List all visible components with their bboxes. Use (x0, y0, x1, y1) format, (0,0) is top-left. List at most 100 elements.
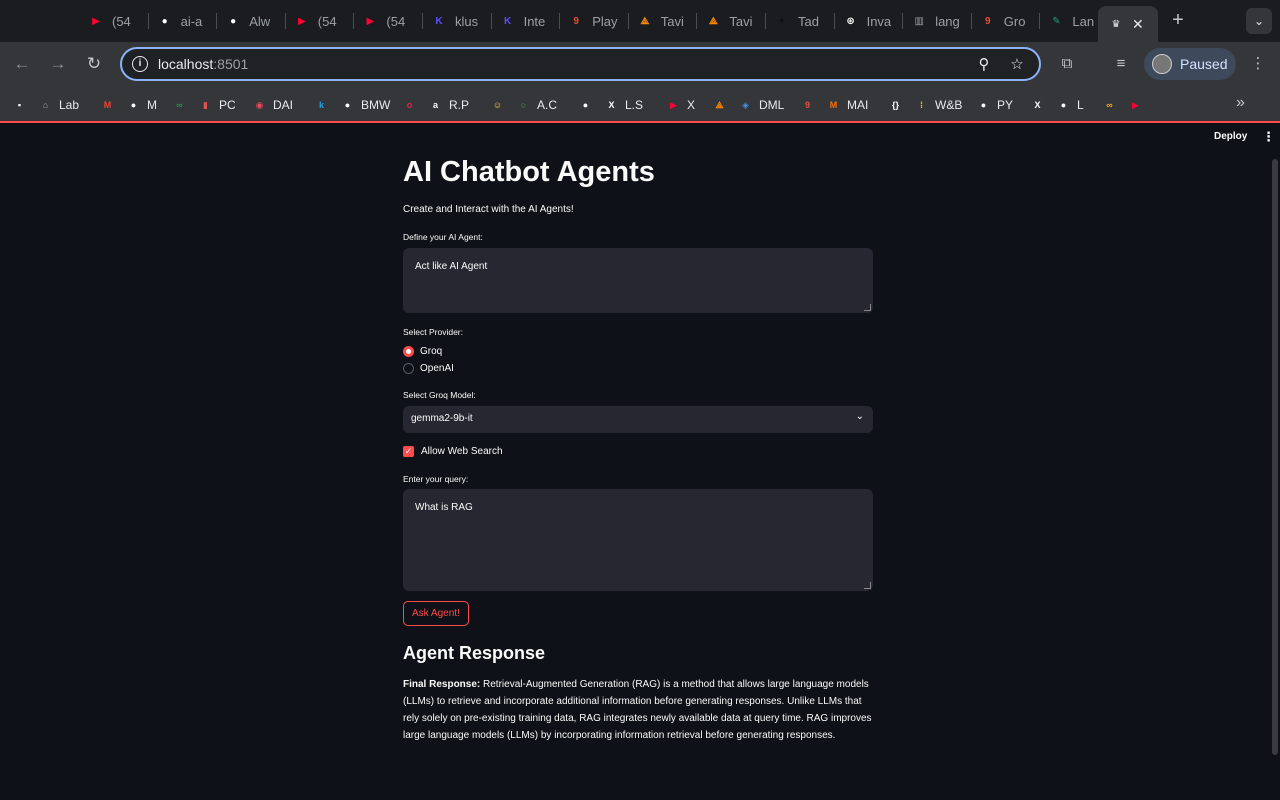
tab-separator (422, 13, 423, 29)
browser-menu-icon[interactable]: ⋮ (1247, 53, 1269, 75)
active-tab[interactable]: ♛ ✕ (1098, 6, 1158, 42)
bookmark-item[interactable]: ⌂ Lab (38, 96, 79, 114)
bookmark-item[interactable]: ▪ (12, 96, 27, 114)
k-icon: k (318, 100, 324, 110)
browser-tab[interactable]: ● ai-a (157, 8, 212, 34)
tab-title: Gro (1003, 13, 1026, 29)
provider-radio-openai[interactable]: OpenAI (403, 363, 454, 374)
bookmark-item[interactable]: ● (578, 96, 593, 114)
browser-tab[interactable]: ⊛ Inva (843, 8, 898, 34)
bookmark-item[interactable]: ▶ (1128, 96, 1143, 114)
bookmark-item[interactable]: 9 (800, 96, 815, 114)
tab-separator (696, 13, 698, 29)
bookmark-item[interactable]: ○ A.C (516, 96, 557, 114)
bookmark-item[interactable]: ☺ (490, 96, 505, 114)
tab-title: Inva (866, 13, 892, 29)
nine-icon: 9 (985, 15, 991, 27)
forward-button[interactable]: → (46, 52, 70, 76)
browser-tab[interactable]: ▶ (54 (88, 8, 143, 34)
streamlit-crown-icon: ♛ (1111, 18, 1121, 30)
bookmark-item[interactable]: X L.S (604, 96, 643, 114)
bookmark-item[interactable]: ● M (126, 96, 157, 114)
web-search-label: Allow Web Search (421, 446, 503, 457)
resize-handle[interactable] (864, 582, 871, 589)
bookmarks-overflow-icon[interactable]: » (1236, 94, 1245, 112)
bookmark-star-icon[interactable]: ☆ (1007, 55, 1027, 75)
resize-handle[interactable] (864, 304, 871, 311)
browser-tab[interactable]: ⟁ Tavi (705, 8, 760, 34)
bookmark-item[interactable]: ● PY (976, 96, 1013, 114)
browser-tab[interactable]: ✦ Tad (774, 8, 829, 34)
bookmark-item[interactable]: ▮ PC (198, 96, 236, 114)
bookmark-item[interactable]: ● BMW (340, 96, 391, 114)
ask-agent-button[interactable]: Ask Agent! (403, 601, 469, 626)
mistral-icon: M (829, 100, 838, 110)
page-scrollbar[interactable] (1272, 159, 1278, 755)
o-icon: o (406, 100, 413, 110)
reload-button[interactable]: ↻ (82, 52, 106, 76)
bookmark-label: Lab (59, 98, 80, 112)
bookmark-item[interactable]: ⟁ (712, 96, 727, 114)
browser-tab[interactable]: ● Alw (225, 8, 280, 34)
bookmark-item[interactable]: ∞ (1102, 96, 1117, 114)
tab-separator (559, 13, 561, 29)
back-button[interactable]: ← (10, 52, 34, 76)
bookmark-item[interactable]: ◈ DML (738, 96, 784, 114)
browser-tab[interactable]: Kklus (431, 8, 486, 34)
tab-separator (902, 13, 904, 29)
bookmark-item[interactable]: ◉ DAI (252, 96, 293, 114)
close-tab-icon[interactable]: ✕ (1132, 16, 1144, 33)
address-bar[interactable]: i localhost:8501 ⚲ ☆ (120, 47, 1041, 81)
book-icon: ▥ (914, 15, 924, 27)
streamlit-app: Deploy ⋮ AI Chatbot Agents Create and In… (0, 123, 1280, 800)
browser-tab[interactable]: 9 Gro (980, 8, 1035, 34)
github-icon: ● (980, 100, 987, 110)
bookmark-item[interactable]: a R.P (428, 96, 469, 114)
extensions-icon[interactable]: ⧉ (1056, 53, 1078, 75)
query-value: What is RAG (415, 502, 473, 513)
tavily-icon: ⟁ (640, 15, 650, 27)
model-select-value: gemma2-9b-it (411, 413, 473, 424)
browser-tab[interactable]: 9 Play (568, 8, 623, 34)
browser-tab[interactable]: ▶ (54 (294, 8, 349, 34)
media-controls-icon[interactable]: ≡ (1110, 53, 1132, 75)
browser-tab[interactable]: K Inte (500, 8, 555, 34)
query-textarea[interactable]: What is RAG (403, 489, 873, 591)
bookmark-item[interactable]: M MAI (826, 96, 869, 114)
tab-title: Tavi (660, 13, 684, 29)
browser-tab[interactable]: ⟁ Tavi (637, 8, 692, 34)
browser-tab[interactable]: ▥ lang (911, 8, 966, 34)
bookmark-item[interactable]: k (314, 96, 329, 114)
new-tab-button[interactable]: + (1168, 9, 1188, 31)
bookmark-item[interactable]: ⁞ W&B (914, 96, 962, 114)
app-menu-icon[interactable]: ⋮ (1262, 129, 1275, 145)
agent-definition-value: Act like AI Agent (415, 261, 488, 272)
provider-radio-groq[interactable]: Groq (403, 346, 442, 357)
deploy-button[interactable]: Deploy (1214, 131, 1247, 142)
bookmark-item[interactable]: ∞ (172, 96, 187, 114)
bookmark-item[interactable]: {} (888, 96, 903, 114)
github-icon: ● (130, 100, 137, 110)
bookmark-label: R.P (449, 98, 470, 112)
bookmark-item[interactable]: X (1030, 96, 1045, 114)
openai-icon: ⊛ (846, 15, 855, 27)
bookmark-label: DAI (273, 98, 294, 112)
site-info-icon[interactable]: i (132, 56, 148, 72)
model-select[interactable]: gemma2-9b-it ⌄ (403, 406, 873, 433)
browser-tab[interactable]: ✎ Lan (1048, 8, 1103, 34)
youtube-icon: ▶ (1132, 99, 1139, 110)
bookmark-item[interactable]: o (402, 96, 417, 114)
profile-button[interactable]: Paused (1144, 48, 1236, 80)
agent-definition-textarea[interactable]: Act like AI Agent (403, 248, 873, 313)
notion-icon: ▪ (17, 100, 22, 110)
address-url[interactable]: localhost:8501 (158, 56, 248, 72)
x-icon: X (608, 100, 615, 110)
tab-title: Inte (523, 13, 546, 29)
tab-search-button[interactable]: ⌄ (1246, 8, 1272, 34)
zoom-icon[interactable]: ⚲ (974, 55, 994, 75)
bookmark-item[interactable]: ● L (1056, 96, 1084, 114)
web-search-checkbox[interactable]: ✓ Allow Web Search (403, 446, 503, 457)
bookmark-item[interactable]: M (100, 96, 115, 114)
bookmark-item[interactable]: ▶ X (666, 96, 695, 114)
browser-tab[interactable]: ▶ (54 (362, 8, 417, 34)
